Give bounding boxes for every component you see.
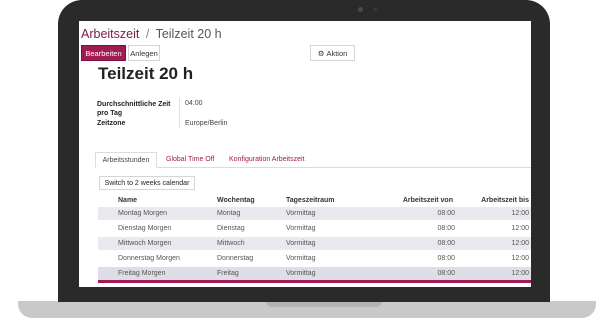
breadcrumb-current: Teilzeit 20 h [155, 27, 222, 41]
cell-period: Vormittag [286, 240, 316, 247]
cell-period: Vormittag [286, 270, 316, 277]
app-screen: Arbeitszeit / Teilzeit 20 h Bearbeiten A… [79, 21, 531, 287]
timezone-label: Zeitzone [97, 120, 126, 127]
table-row[interactable]: Dienstag Morgen Dienstag Vormittag 08:00… [98, 222, 531, 235]
cell-name: Dienstag Morgen [118, 225, 172, 232]
table-row[interactable]: Montag Morgen Montag Vormittag 08:00 12:… [98, 207, 531, 220]
table-row[interactable]: Mittwoch Morgen Mittwoch Vormittag 08:00… [98, 237, 531, 250]
cell-period: Vormittag [286, 210, 316, 217]
camera-sensor-icon [374, 8, 377, 11]
accent-bar [98, 280, 531, 283]
cell-time-to: 12:00 [511, 255, 529, 262]
camera-icon [358, 7, 363, 12]
cell-time-from: 08:00 [437, 240, 455, 247]
cell-time-to: 12:00 [511, 240, 529, 247]
cell-time-to: 12:00 [511, 225, 529, 232]
cell-weekday: Dienstag [217, 225, 245, 232]
cell-name: Freitag Morgen [118, 270, 166, 277]
tab-konfiguration-arbeitszeit[interactable]: Konfiguration Arbeitszeit [229, 152, 305, 168]
avg-hours-value: 04:00 [185, 100, 203, 107]
cell-name: Donnerstag Morgen [118, 255, 180, 262]
column-header-period[interactable]: Tageszeitraum [286, 197, 335, 204]
table-row[interactable]: Freitag Morgen Freitag Vormittag 08:00 1… [98, 267, 531, 280]
table-row[interactable]: Donnerstag Morgen Donnerstag Vormittag 0… [98, 252, 531, 265]
column-header-time-from[interactable]: Arbeitszeit von [403, 197, 453, 204]
cell-time-from: 08:00 [437, 225, 455, 232]
avg-hours-label-line1: Durchschnittliche Zeit [97, 101, 171, 108]
cell-name: Montag Morgen [118, 210, 168, 217]
breadcrumb: Arbeitszeit / Teilzeit 20 h [81, 27, 222, 41]
cell-weekday: Mittwoch [217, 240, 245, 247]
cell-time-to: 12:00 [511, 270, 529, 277]
cell-weekday: Donnerstag [217, 255, 254, 262]
record-title: Teilzeit 20 h [98, 64, 194, 83]
field-divider [179, 98, 180, 128]
breadcrumb-parent[interactable]: Arbeitszeit [81, 27, 139, 41]
cell-period: Vormittag [286, 255, 316, 262]
avg-hours-label-line2: pro Tag [97, 110, 123, 117]
edit-button[interactable]: Bearbeiten [81, 45, 126, 61]
switch-calendar-button[interactable]: Switch to 2 weeks calendar [99, 176, 195, 190]
column-header-name[interactable]: Name [118, 197, 137, 204]
tab-arbeitsstunden[interactable]: Arbeitsstunden [95, 152, 157, 168]
breadcrumb-separator: / [145, 27, 150, 41]
create-button[interactable]: Anlegen [128, 45, 160, 61]
column-header-time-to[interactable]: Arbeitszeit bis [481, 197, 529, 204]
column-header-weekday[interactable]: Wochentag [217, 197, 255, 204]
cell-time-to: 12:00 [511, 210, 529, 217]
cell-time-from: 08:00 [437, 270, 455, 277]
tab-global-time-off[interactable]: Global Time Off [166, 152, 215, 168]
tabs-divider [95, 167, 531, 168]
cell-name: Mittwoch Morgen [118, 240, 172, 247]
timezone-value: Europe/Berlin [185, 120, 228, 127]
cell-period: Vormittag [286, 225, 316, 232]
action-button[interactable]: ⚙ Aktion [310, 45, 355, 61]
gear-icon: ⚙ [317, 49, 325, 58]
cell-time-from: 08:00 [437, 255, 455, 262]
cell-weekday: Freitag [217, 270, 239, 277]
cell-time-from: 08:00 [437, 210, 455, 217]
action-label: Aktion [326, 49, 348, 58]
cell-weekday: Montag [217, 210, 241, 217]
laptop-base [18, 301, 596, 318]
